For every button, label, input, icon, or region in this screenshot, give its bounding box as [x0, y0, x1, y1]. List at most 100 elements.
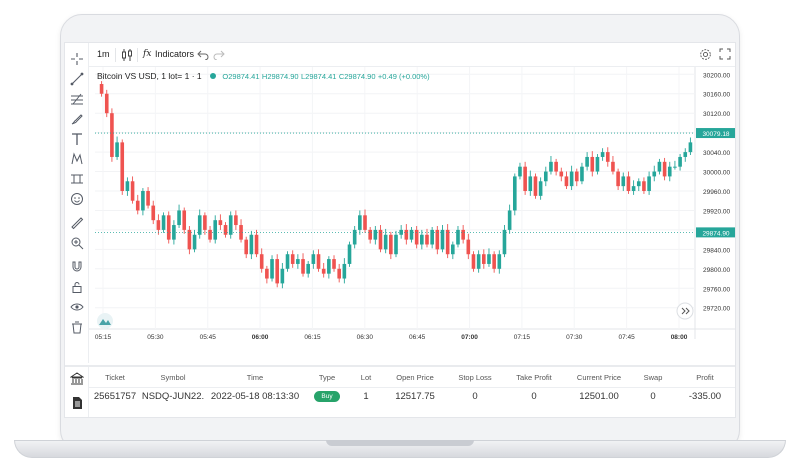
candle-body — [528, 176, 533, 191]
candle-body — [652, 171, 657, 177]
col-ticket[interactable]: Ticket — [89, 369, 141, 387]
col-type[interactable]: Type — [305, 369, 349, 387]
candle-body — [187, 229, 192, 250]
toolbar-divider — [115, 48, 116, 62]
candle-body — [275, 259, 280, 284]
candle-body — [559, 171, 564, 177]
candle-body — [177, 210, 181, 226]
interval-button[interactable]: 1m — [97, 49, 110, 59]
cell-ticket: 25651757 — [89, 386, 141, 405]
candle-body — [327, 259, 331, 274]
candle-body — [580, 166, 584, 182]
ohlc-low: L29874.41 — [300, 72, 337, 81]
x-tick-label: 07:00 — [461, 334, 478, 339]
toolbar-divider — [137, 48, 138, 62]
measure-icon[interactable] — [69, 171, 85, 187]
col-time[interactable]: Time — [205, 369, 305, 387]
eye-icon[interactable] — [69, 299, 85, 315]
document-icon[interactable] — [69, 395, 85, 411]
candle-body — [435, 229, 440, 250]
x-tick-label: 05:45 — [200, 334, 217, 339]
candle-body — [471, 254, 476, 269]
bank-icon[interactable] — [69, 371, 85, 387]
col-symbol[interactable]: Symbol — [141, 369, 205, 387]
col-stop-loss[interactable]: Stop Loss — [447, 369, 503, 387]
candle-body — [296, 259, 300, 264]
candle-body — [549, 161, 553, 172]
candle-body — [420, 234, 424, 245]
candle-body — [600, 152, 605, 157]
lock-icon[interactable] — [69, 279, 85, 295]
col-profit[interactable]: Profit — [673, 369, 735, 387]
candle-body — [574, 171, 579, 182]
chart-legend: Bitcoin VS USD, 1 lot= 1 · 1 O29874.41 H… — [97, 71, 430, 81]
settings-icon[interactable] — [699, 48, 712, 63]
candle-body — [166, 215, 171, 240]
fib-icon[interactable] — [69, 91, 85, 107]
emoji-icon[interactable] — [69, 191, 85, 207]
col-lot[interactable]: Lot — [349, 369, 383, 387]
chart-logo-icon — [97, 313, 113, 329]
candle-body — [657, 161, 662, 172]
candles-icon[interactable] — [121, 48, 133, 64]
fullscreen-icon[interactable] — [719, 48, 731, 62]
x-tick-label: 06:00 — [252, 334, 269, 339]
status-dot — [210, 73, 217, 79]
candle-body — [647, 176, 651, 191]
y-tick-label: 30040.00 — [703, 150, 730, 157]
text-icon[interactable] — [69, 131, 85, 147]
candle-body — [151, 205, 156, 221]
brush-icon[interactable] — [69, 111, 85, 127]
y-tick-label: 30000.00 — [703, 170, 730, 177]
candle-body — [192, 234, 197, 250]
ruler-icon[interactable] — [69, 215, 85, 231]
candle-body — [497, 254, 502, 269]
redo-icon[interactable] — [213, 48, 225, 62]
symbol-label[interactable]: Bitcoin VS USD, 1 lot= 1 · 1 — [97, 71, 202, 81]
candle-body — [605, 152, 610, 162]
magnet-icon[interactable] — [69, 259, 85, 275]
col-take-profit[interactable]: Take Profit — [503, 369, 565, 387]
candle-body — [146, 191, 150, 206]
col-open-price[interactable]: Open Price — [383, 369, 447, 387]
candle-body — [270, 259, 274, 279]
cell-lot: 1 — [349, 386, 383, 405]
col-current-price[interactable]: Current Price — [565, 369, 633, 387]
table-row[interactable]: 25651757 NSDQ-JUN22. 2022-05-18 08:13:30… — [89, 386, 735, 405]
y-tick-label: 29720.00 — [703, 306, 730, 313]
buy-badge: Buy — [314, 391, 340, 403]
candle-body — [378, 229, 383, 250]
x-tick-label: 05:15 — [95, 334, 112, 339]
y-tick-label: 29800.00 — [703, 267, 730, 274]
candlestick-chart[interactable]: 30200.0030160.0030120.0030080.0030040.00… — [89, 67, 736, 347]
undo-icon[interactable] — [197, 48, 209, 62]
candle-body — [492, 254, 496, 269]
zoom-icon[interactable] — [69, 235, 85, 251]
indicators-button[interactable]: Indicators — [155, 49, 194, 59]
trash-icon[interactable] — [69, 319, 85, 335]
col-swap[interactable]: Swap — [633, 369, 673, 387]
candle-body — [502, 229, 507, 255]
candle-body — [585, 156, 589, 167]
candle-body — [223, 225, 228, 235]
candle-body — [688, 142, 693, 153]
candle-body — [554, 161, 558, 172]
x-tick-label: 06:15 — [304, 334, 321, 339]
candle-body — [683, 152, 688, 157]
candle-body — [368, 229, 372, 240]
crosshair-icon[interactable] — [69, 51, 85, 67]
pattern-icon[interactable] — [69, 151, 85, 167]
candle-body — [590, 156, 595, 172]
cell-symbol: NSDQ-JUN22. — [141, 386, 205, 405]
trendline-icon[interactable] — [69, 71, 85, 87]
price-chart[interactable]: 30200.0030160.0030120.0030080.0030040.00… — [89, 67, 736, 347]
candle-body — [394, 234, 398, 255]
candle-body — [203, 215, 207, 230]
price-tag-label: 29874.90 — [702, 230, 729, 237]
candle-body — [404, 229, 409, 240]
x-tick-label: 05:30 — [147, 334, 164, 339]
candle-body — [347, 244, 352, 264]
candle-body — [456, 229, 460, 245]
scroll-right-icon[interactable] — [676, 302, 694, 320]
cell-swap: 0 — [633, 386, 673, 405]
